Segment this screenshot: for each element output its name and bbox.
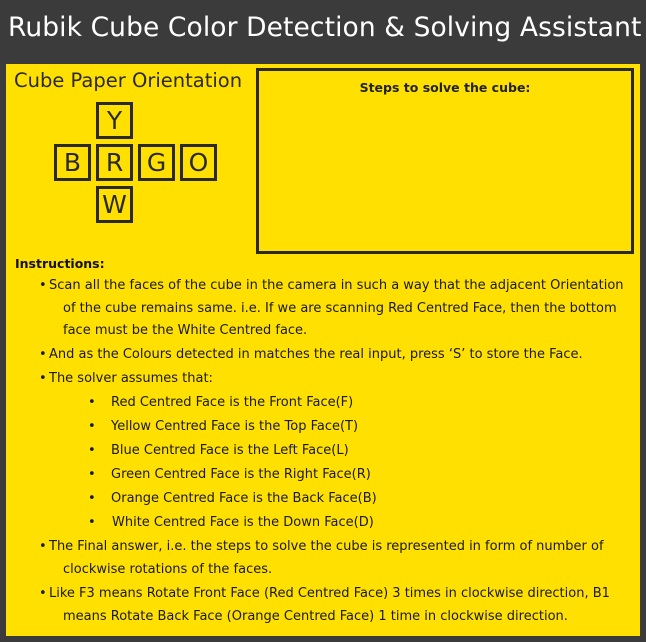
- bullet: •: [88, 467, 96, 482]
- bullet: •: [88, 395, 96, 410]
- face-center-red: R: [96, 144, 133, 181]
- instruction-line: of the cube remains same. i.e. If we are…: [63, 301, 617, 316]
- face-right-green: G: [138, 144, 175, 181]
- bullet: •: [39, 586, 47, 601]
- instruction-line: Scan all the faces of the cube in the ca…: [49, 278, 624, 293]
- assumption-line: Green Centred Face is the Right Face(R): [111, 467, 371, 482]
- face-bottom-white: W: [96, 186, 133, 223]
- face-top-yellow: Y: [96, 102, 133, 139]
- assumption-line: Red Centred Face is the Front Face(F): [111, 395, 354, 410]
- bullet: •: [39, 539, 47, 554]
- instruction-line: The Final answer, i.e. the steps to solv…: [49, 539, 604, 554]
- bullet: •: [88, 515, 96, 530]
- steps-box: Steps to solve the cube:: [256, 68, 634, 254]
- bullet: •: [88, 419, 96, 434]
- instruction-line: Like F3 means Rotate Front Face (Red Cen…: [49, 586, 610, 601]
- bullet: •: [39, 278, 47, 293]
- instruction-line: face must be the White Centred face.: [63, 323, 308, 338]
- bullet: •: [39, 371, 47, 386]
- steps-title: Steps to solve the cube:: [359, 80, 531, 95]
- face-back-orange: O: [180, 144, 217, 181]
- assumption-line: Blue Centred Face is the Left Face(L): [111, 443, 349, 458]
- face-left-blue: B: [54, 144, 91, 181]
- instructions-heading: Instructions:: [15, 256, 105, 271]
- assumption-line: Yellow Centred Face is the Top Face(T): [111, 419, 359, 434]
- instruction-line: And as the Colours detected in matches t…: [49, 347, 583, 362]
- bullet: •: [88, 443, 96, 458]
- instruction-line: The solver assumes that:: [49, 371, 213, 386]
- title-bar: Rubik Cube Color Detection & Solving Ass…: [0, 0, 646, 64]
- main-panel: Cube Paper Orientation Y B R G O W Steps…: [6, 64, 640, 636]
- window-title: Rubik Cube Color Detection & Solving Ass…: [8, 12, 642, 43]
- bullet: •: [39, 347, 47, 362]
- instruction-line: clockwise rotations of the faces.: [63, 562, 273, 577]
- bullet: •: [88, 491, 96, 506]
- orientation-title: Cube Paper Orientation: [14, 69, 243, 92]
- instruction-line: means Rotate Back Face (Orange Centred F…: [63, 609, 568, 624]
- assumption-line: Orange Centred Face is the Back Face(B): [111, 491, 377, 506]
- assumption-line: White Centred Face is the Down Face(D): [112, 515, 374, 530]
